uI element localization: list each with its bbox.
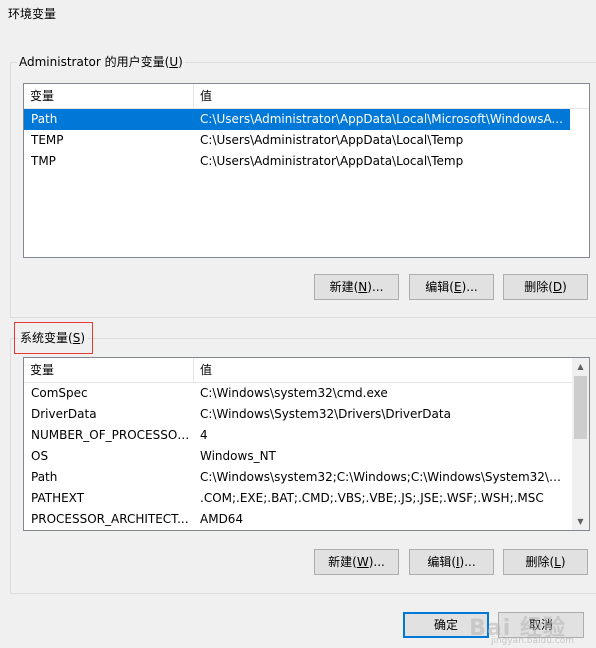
variable-name: OS bbox=[31, 449, 49, 463]
variable-name: PROCESSOR_ARCHITECT... bbox=[31, 512, 189, 526]
variable-value: C:\Windows\system32\cmd.exe bbox=[200, 386, 388, 400]
variable-value: .COM;.EXE;.BAT;.CMD;.VBS;.VBE;.JS;.JSE;.… bbox=[200, 491, 544, 505]
variable-value: Windows_NT bbox=[200, 449, 276, 463]
table-row[interactable]: OS Windows_NT bbox=[24, 446, 572, 467]
variable-value: C:\Users\Administrator\AppData\Local\Tem… bbox=[200, 154, 464, 168]
variable-name: NUMBER_OF_PROCESSORS bbox=[31, 428, 193, 442]
variable-name: DriverData bbox=[31, 407, 97, 421]
scroll-up-icon[interactable]: ▲ bbox=[572, 358, 589, 375]
column-header-variable[interactable]: 变量 bbox=[24, 358, 194, 382]
system-new-button[interactable]: 新建(W)... bbox=[314, 549, 399, 575]
user-new-button[interactable]: 新建(N)... bbox=[314, 274, 399, 300]
variable-value: C:\Windows\system32;C:\Windows;C:\Window… bbox=[200, 470, 570, 484]
variable-value: C:\Windows\System32\Drivers\DriverData bbox=[200, 407, 451, 421]
table-row[interactable]: Path C:\Users\Administrator\AppData\Loca… bbox=[24, 109, 570, 130]
system-variables-list[interactable]: 变量 值 ComSpec C:\Windows\system32\cmd.exe… bbox=[23, 357, 590, 531]
table-row[interactable]: NUMBER_OF_PROCESSORS 4 bbox=[24, 425, 572, 446]
table-row[interactable]: TMP C:\Users\Administrator\AppData\Local… bbox=[24, 151, 570, 172]
vertical-scrollbar[interactable]: ▲ ▼ bbox=[572, 358, 589, 530]
column-header-value[interactable]: 值 bbox=[194, 84, 589, 108]
table-row[interactable]: PATHEXT .COM;.EXE;.BAT;.CMD;.VBS;.VBE;.J… bbox=[24, 488, 572, 509]
column-header-value[interactable]: 值 bbox=[194, 358, 572, 382]
ok-button[interactable]: 确定 bbox=[403, 612, 489, 638]
table-row[interactable]: ComSpec C:\Windows\system32\cmd.exe bbox=[24, 383, 572, 404]
scroll-down-icon[interactable]: ▼ bbox=[572, 513, 589, 530]
list-header: 变量 值 bbox=[24, 84, 589, 109]
window-title: 环境变量 bbox=[8, 7, 57, 21]
system-edit-button[interactable]: 编辑(I)... bbox=[409, 549, 494, 575]
table-row[interactable]: Path C:\Windows\system32;C:\Windows;C:\W… bbox=[24, 467, 572, 488]
column-header-variable[interactable]: 变量 bbox=[24, 84, 194, 108]
system-variables-label: 系统变量(S) bbox=[18, 331, 87, 345]
system-delete-button[interactable]: 删除(L) bbox=[503, 549, 588, 575]
variable-name: ComSpec bbox=[31, 386, 88, 400]
table-row[interactable]: PROCESSOR_ARCHITECT... AMD64 bbox=[24, 509, 572, 530]
user-variables-list[interactable]: 变量 值 Path C:\Users\Administrator\AppData… bbox=[23, 83, 590, 258]
variable-value: C:\Users\Administrator\AppData\Local\Tem… bbox=[200, 133, 464, 147]
list-header: 变量 值 bbox=[24, 358, 572, 383]
variable-name: TMP bbox=[31, 154, 56, 168]
scroll-thumb[interactable] bbox=[574, 376, 587, 439]
user-edit-button[interactable]: 编辑(E)... bbox=[409, 274, 494, 300]
cancel-button[interactable]: 取消 bbox=[498, 612, 584, 638]
variable-name: Path bbox=[31, 112, 58, 126]
variable-name: Path bbox=[31, 470, 58, 484]
variable-name: TEMP bbox=[31, 133, 64, 147]
table-row[interactable]: TEMP C:\Users\Administrator\AppData\Loca… bbox=[24, 130, 570, 151]
variable-value: 4 bbox=[200, 428, 208, 442]
user-variables-label: Administrator 的用户变量(U) bbox=[17, 55, 185, 69]
variable-value: C:\Users\Administrator\AppData\Local\Mic… bbox=[200, 112, 563, 126]
variable-value: AMD64 bbox=[200, 512, 244, 526]
variable-name: PATHEXT bbox=[31, 491, 85, 505]
table-row[interactable]: DriverData C:\Windows\System32\Drivers\D… bbox=[24, 404, 572, 425]
user-delete-button[interactable]: 删除(D) bbox=[503, 274, 588, 300]
